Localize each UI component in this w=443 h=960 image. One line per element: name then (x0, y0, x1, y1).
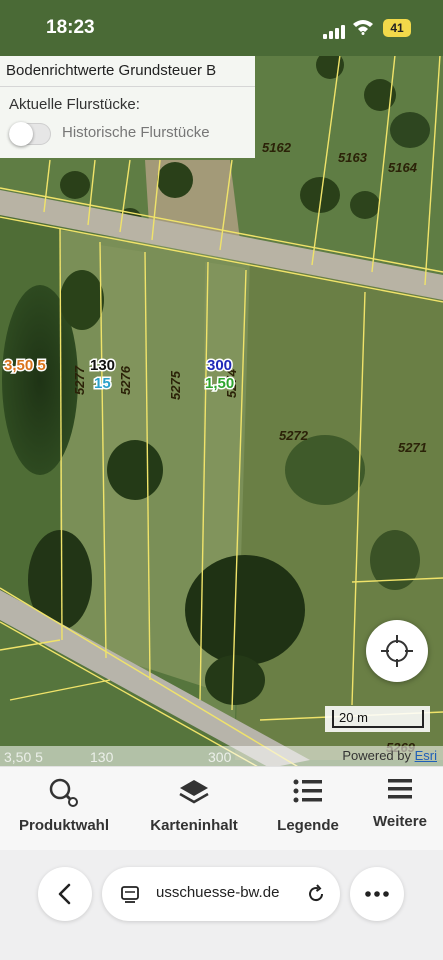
scale-label: 20 m (339, 710, 368, 725)
url-text: usschuesse-bw.de (156, 884, 280, 901)
land-value-label: 3,50 5 (4, 357, 46, 374)
signal-icon (323, 21, 347, 39)
land-value-sublabel: 15 (94, 375, 111, 392)
parcel-label: 5277 (72, 365, 87, 395)
esri-link[interactable]: Esri (415, 748, 437, 763)
historic-parcels-toggle[interactable] (9, 122, 51, 146)
parcel-label: 5276 (118, 365, 133, 395)
current-parcels-label: Aktuelle Flurstücke: (9, 96, 140, 113)
parcel-label: 5162 (262, 140, 292, 155)
produktwahl-label: Produktwahl (18, 817, 109, 834)
attribution-prefix: Powered by (342, 748, 415, 763)
list-icon (292, 777, 324, 810)
land-value-label: 300 (207, 357, 232, 374)
parcel-label: 5271 (398, 440, 427, 455)
toggle-knob (9, 122, 33, 146)
crosshair-icon (381, 635, 413, 667)
divider (0, 86, 255, 87)
produktwahl-button[interactable]: Produktwahl (10, 767, 118, 851)
battery-icon: 41 (383, 19, 411, 37)
chevron-left-icon (58, 883, 71, 905)
menu-icon (387, 777, 413, 806)
weitere-button[interactable]: Weitere (360, 767, 440, 851)
tabs-icon (121, 886, 139, 903)
address-bar[interactable]: usschuesse-bw.de (102, 867, 340, 921)
attribution-text: Powered by Esri (342, 748, 437, 763)
layer-title: Bodenrichtwerte Grundsteuer B (6, 62, 217, 79)
back-button[interactable] (38, 867, 92, 921)
weitere-label: Weitere (373, 813, 427, 830)
parcel-label: 5272 (279, 428, 309, 443)
historic-parcels-label: Historische Flurstücke (62, 124, 210, 141)
magnifier-icon (48, 777, 80, 814)
parcel-label: 5163 (338, 150, 368, 165)
karteninhalt-label: Karteninhalt (150, 817, 238, 834)
land-value-label: 130 (90, 357, 115, 374)
parcel-label: 5164 (388, 160, 418, 175)
land-value-sublabel: 1,50 (205, 375, 234, 392)
ghost-label: 130 (90, 749, 114, 765)
reload-icon[interactable] (305, 883, 327, 905)
wifi-icon (352, 19, 374, 40)
bottom-toolbar: Produktwahl Karteninhalt Legende Weitere (0, 766, 443, 851)
browser-bar: usschuesse-bw.de (0, 850, 443, 960)
legende-button[interactable]: Legende (268, 767, 348, 851)
ellipsis-icon (365, 891, 389, 897)
karteninhalt-button[interactable]: Karteninhalt (140, 767, 248, 851)
layer-panel: Bodenrichtwerte Grundsteuer B Aktuelle F… (0, 54, 255, 158)
more-button[interactable] (350, 867, 404, 921)
ghost-label: 3,50 5 (4, 749, 43, 765)
parcel-label: 5275 (168, 370, 183, 400)
legende-label: Legende (277, 817, 339, 834)
locate-button[interactable] (366, 620, 428, 682)
status-bar: 18:23 41 (0, 0, 443, 56)
clock: 18:23 (46, 17, 95, 38)
ghost-label: 300 (208, 749, 232, 765)
attribution-bar: 3,50 5 130 300 Powered by Esri (0, 746, 443, 766)
scale-bar: 20 m (325, 706, 430, 732)
layers-icon (178, 777, 210, 814)
